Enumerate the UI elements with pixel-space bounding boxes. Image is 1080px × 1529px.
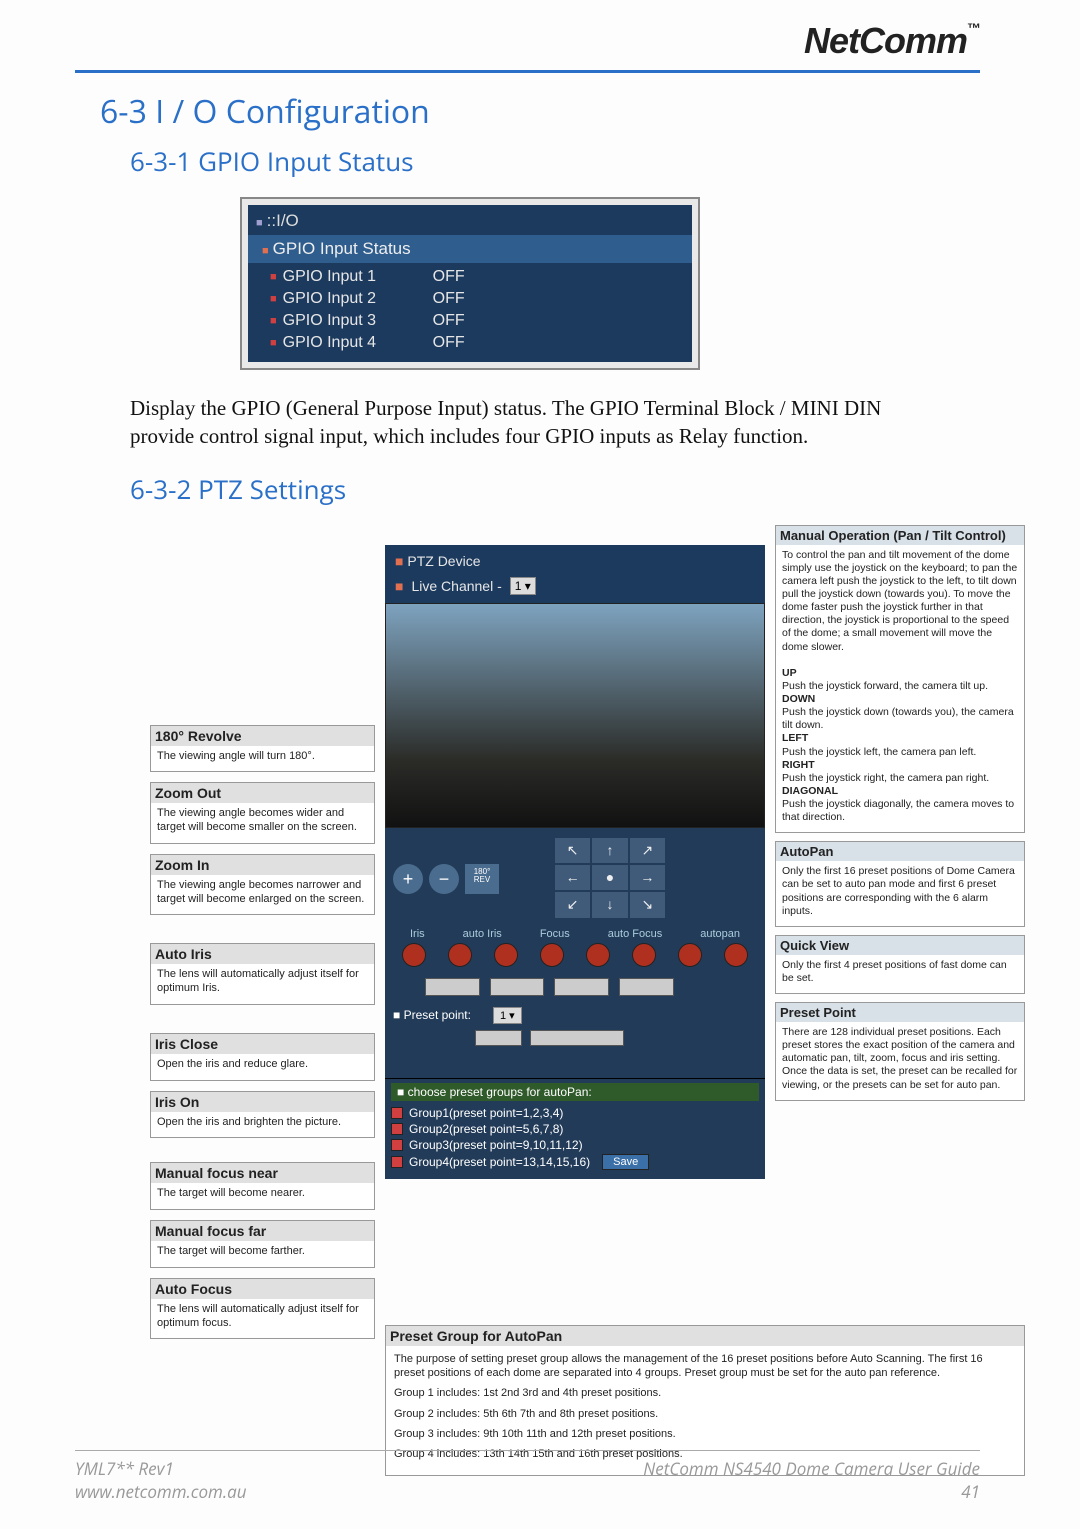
- gpio-status-panel: ■::I/O ■GPIO Input Status ■GPIO Input 1O…: [240, 197, 700, 370]
- label-iris: Iris: [410, 928, 425, 940]
- rev-180-button[interactable]: 180° REV: [465, 864, 499, 894]
- live-video-preview: [385, 603, 765, 828]
- zoom-out-button[interactable]: −: [429, 864, 459, 894]
- preset1-button[interactable]: preset1: [425, 978, 480, 996]
- info-iris-close: Iris CloseOpen the iris and reduce glare…: [150, 1033, 375, 1081]
- footer-url: www.netcomm.com.au: [75, 1480, 247, 1503]
- gpio-description: Display the GPIO (General Purpose Input)…: [130, 394, 950, 451]
- zoom-in-button[interactable]: +: [393, 864, 423, 894]
- ptz-control-pad: + − 180° REV ↖ ↑ ↗ ← ● → ↙ ↓ ↘: [385, 828, 765, 1078]
- ptz-center[interactable]: ●: [592, 865, 627, 890]
- gpio-row: ■GPIO Input 1OFF: [248, 266, 692, 288]
- ptz-left[interactable]: ←: [555, 865, 590, 890]
- label-auto-focus: auto Focus: [608, 928, 662, 940]
- label-auto-iris: auto Iris: [463, 928, 502, 940]
- brand-logo: NetComm™: [804, 20, 980, 62]
- group4-checkbox[interactable]: [391, 1156, 403, 1168]
- autopan-start-button[interactable]: [678, 943, 702, 967]
- focus-far-button[interactable]: [586, 943, 610, 967]
- ptz-down[interactable]: ↓: [592, 892, 627, 917]
- gpio-row: ■GPIO Input 2OFF: [248, 288, 692, 310]
- header-rule: [75, 70, 980, 73]
- ptz-up-right[interactable]: ↗: [630, 838, 665, 863]
- group1-checkbox[interactable]: [391, 1107, 403, 1119]
- iris-open-button[interactable]: [448, 943, 472, 967]
- info-180-revolve: 180° RevolveThe viewing angle will turn …: [150, 725, 375, 773]
- footer-guide-title: NetComm NS4540 Dome Camera User Guide: [643, 1457, 980, 1480]
- iris-close-button[interactable]: [402, 943, 426, 967]
- autopan-group-chooser: ■ choose preset groups for autoPan: Grou…: [385, 1078, 765, 1179]
- gpio-panel-subtitle: ■GPIO Input Status: [248, 235, 692, 264]
- gpio-row: ■GPIO Input 4OFF: [248, 332, 692, 354]
- ptz-right[interactable]: →: [630, 865, 665, 890]
- info-auto-focus: Auto FocusThe lens will automatically ad…: [150, 1278, 375, 1340]
- info-auto-iris: Auto IrisThe lens will automatically adj…: [150, 943, 375, 1005]
- preset2-button[interactable]: preset2: [490, 978, 545, 996]
- info-iris-on: Iris OnOpen the iris and brighten the pi…: [150, 1091, 375, 1139]
- auto-iris-button[interactable]: [494, 943, 518, 967]
- info-zoom-in: Zoom InThe viewing angle becomes narrowe…: [150, 854, 375, 916]
- preset3-button[interactable]: preset3: [554, 978, 609, 996]
- subsection-heading: 6-3-2 PTZ Settings: [130, 471, 980, 507]
- preset4-button[interactable]: preset4: [619, 978, 674, 996]
- section-heading: 6-3 I / O Configuration: [100, 90, 980, 133]
- clear-all-preset-button[interactable]: clear all preset: [530, 1030, 624, 1046]
- live-channel-select[interactable]: 1 ▾: [510, 577, 536, 595]
- auto-focus-button[interactable]: [632, 943, 656, 967]
- focus-near-button[interactable]: [540, 943, 564, 967]
- gpio-panel-title: ■::I/O: [248, 209, 692, 233]
- ptz-settings-figure: 180° RevolveThe viewing angle will turn …: [150, 525, 970, 1485]
- ptz-up-left[interactable]: ↖: [555, 838, 590, 863]
- preset-save-button[interactable]: Save: [475, 1030, 522, 1046]
- ptz-up[interactable]: ↑: [592, 838, 627, 863]
- footer-revision: YML7** Rev1: [75, 1457, 247, 1480]
- preset-point-label: ■ Preset point:: [393, 1008, 471, 1022]
- ptz-down-left[interactable]: ↙: [555, 892, 590, 917]
- footer-page-number: 41: [643, 1480, 980, 1503]
- info-manual-operation: Manual Operation (Pan / Tilt Control) To…: [775, 525, 1025, 834]
- info-quick-view: Quick View Only the first 4 preset posit…: [775, 935, 1025, 994]
- autopan-save-button[interactable]: Save: [602, 1154, 649, 1170]
- info-autopan: AutoPan Only the first 16 preset positio…: [775, 841, 1025, 927]
- info-zoom-out: Zoom OutThe viewing angle becomes wider …: [150, 782, 375, 844]
- group2-checkbox[interactable]: [391, 1123, 403, 1135]
- ptz-down-right[interactable]: ↘: [630, 892, 665, 917]
- group3-checkbox[interactable]: [391, 1139, 403, 1151]
- page-footer: YML7** Rev1 www.netcomm.com.au NetComm N…: [75, 1450, 980, 1503]
- label-autopan: autopan: [700, 928, 740, 940]
- info-preset-point: Preset Point There are 128 individual pr…: [775, 1002, 1025, 1101]
- label-focus: Focus: [540, 928, 570, 940]
- autopan-stop-button[interactable]: [724, 943, 748, 967]
- gpio-row: ■GPIO Input 3OFF: [248, 310, 692, 332]
- subsection-heading: 6-3-1 GPIO Input Status: [130, 143, 980, 179]
- info-manual-focus-near: Manual focus nearThe target will become …: [150, 1162, 375, 1210]
- ptz-device-header: ■ PTZ Device ■ Live Channel - 1 ▾: [385, 545, 765, 603]
- info-manual-focus-far: Manual focus farThe target will become f…: [150, 1220, 375, 1268]
- autopan-header: ■ choose preset groups for autoPan:: [391, 1083, 759, 1101]
- preset-point-select[interactable]: 1 ▾: [493, 1007, 522, 1024]
